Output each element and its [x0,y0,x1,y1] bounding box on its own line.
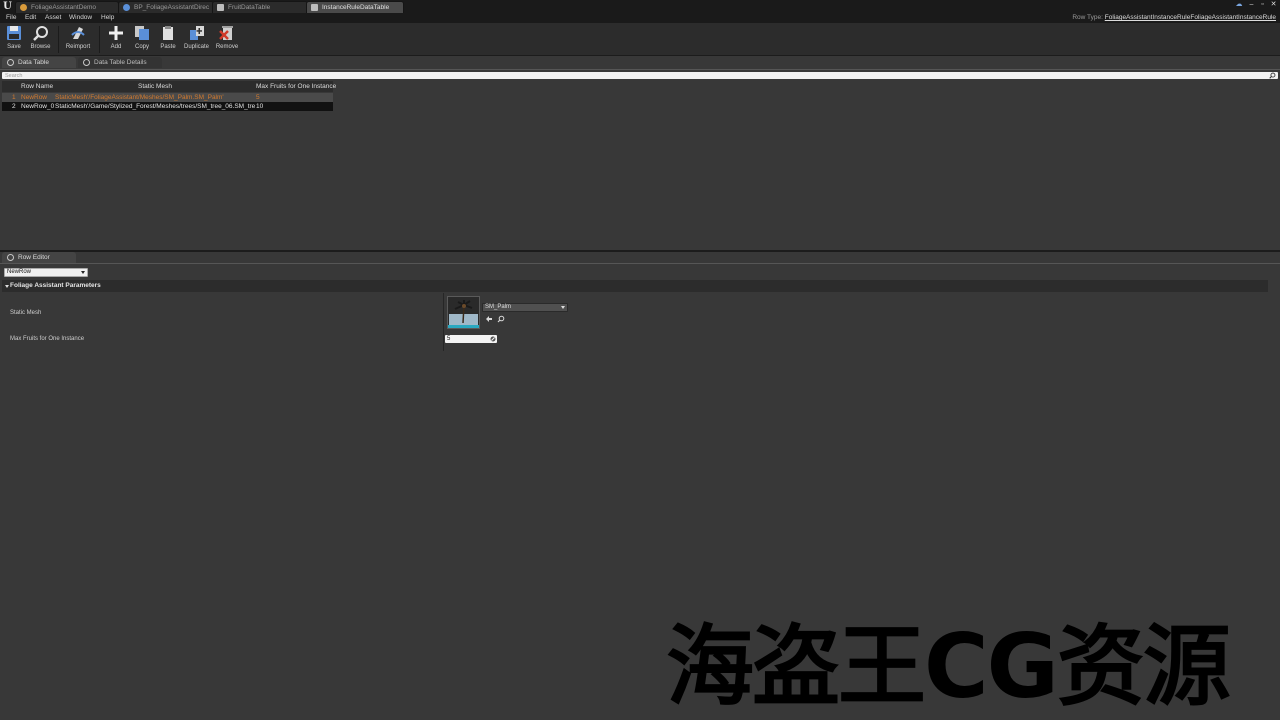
max-fruits-label: Max Fruits for One Instance [10,336,85,342]
static-mesh-combo-value: SM_Palm [485,304,512,310]
close-button[interactable]: ✕ [1269,0,1278,9]
menu-help[interactable]: Help [101,14,114,22]
copy-button[interactable]: Copy [132,25,152,54]
static-mesh-label: Static Mesh [10,310,42,316]
static-mesh-thumbnail[interactable] [447,296,480,329]
search-icon[interactable] [1269,72,1276,79]
row-max-fruits: 5 [256,94,260,101]
save-button[interactable]: Save [4,25,24,54]
collapse-arrow-icon [5,285,9,288]
category-title: Foliage Assistant Parameters [10,282,101,289]
browse-icon [32,26,48,41]
row-name-dropdown[interactable]: NewRow [4,268,88,277]
tab-fruit-data-table[interactable]: FruitDataTable [212,1,308,13]
toolbar: Save Browse Reimport Add Copy Paste Dupl… [0,23,1280,56]
table-row[interactable]: 2 NewRow_0 StaticMesh'/Game/Stylized_For… [2,102,333,111]
reimport-button[interactable]: Reimport [64,25,92,54]
column-header-row-name[interactable]: Row Name [21,81,53,92]
palm-tree-icon [448,297,479,328]
column-header-max-fruits[interactable]: Max Fruits for One Instance [256,81,336,92]
tab-foliage-assistant-demo[interactable]: FoliageAssistantDemo [15,1,119,13]
remove-icon [219,26,233,40]
minimize-button[interactable]: – [1247,0,1256,9]
title-bar: U FoliageAssistantDemo BP_FoliageAssista… [0,0,1280,13]
chevron-down-icon [81,271,85,274]
table-header: Row Name Static Mesh Max Fruits for One … [2,81,336,92]
chevron-down-icon [561,306,565,309]
paste-button[interactable]: Paste [158,25,178,54]
details-icon [83,59,90,66]
use-selected-asset-icon[interactable] [485,315,493,323]
tab-instance-rule-data-table[interactable]: InstanceRuleDataTable [306,1,404,13]
watermark: 海盗王CG资源 [666,615,1231,718]
tab-label: BP_FoliageAssistantDirec [134,4,210,11]
max-fruits-input[interactable]: 5 [445,335,497,343]
menu-file[interactable]: File [6,14,16,22]
row-index: 2 [12,103,16,110]
table-row[interactable]: 1 NewRow StaticMesh'/FoliageAssistant/Me… [2,93,333,102]
property-column-divider[interactable] [443,293,444,351]
tab-row-editor[interactable]: Row Editor [2,252,76,263]
save-icon [7,26,21,40]
toolbar-separator [58,26,59,53]
reset-to-default-icon[interactable] [490,336,496,342]
duplicate-icon [189,26,204,40]
row-index: 1 [12,94,16,101]
data-table-icon [217,4,224,11]
duplicate-button[interactable]: Duplicate [182,25,211,54]
row-static-mesh: StaticMesh'/FoliageAssistant/Meshes/SM_P… [55,94,224,101]
browse-to-asset-icon[interactable] [497,315,505,323]
reimport-icon [71,27,85,39]
menu-bar: File Edit Asset Window Help Row Type: Fo… [0,13,1280,23]
menu-edit[interactable]: Edit [25,14,36,22]
menu-asset[interactable]: Asset [45,14,61,22]
row-type-indicator: Row Type: FoliageAssistantInstanceRuleFo… [1072,14,1276,22]
tab-label: FoliageAssistantDemo [31,4,97,11]
row-editor-icon [7,254,14,261]
search-input[interactable] [2,72,1278,80]
copy-icon [135,26,149,40]
tab-data-table[interactable]: Data Table [2,57,76,68]
row-static-mesh: StaticMesh'/Game/Stylized_Forest/Meshes/… [55,103,255,110]
tab-bp-foliage-assistant-director[interactable]: BP_FoliageAssistantDirec [118,1,214,13]
tab-data-table-details[interactable]: Data Table Details [78,57,162,68]
add-button[interactable]: Add [107,25,125,54]
paste-icon [163,26,173,40]
static-mesh-combo[interactable]: SM_Palm [482,303,568,312]
unreal-logo-icon[interactable]: U [2,1,13,12]
data-table-icon [7,59,14,66]
panel-splitter[interactable] [0,250,1280,252]
row-type-link[interactable]: FoliageAssistantInstanceRuleFoliageAssis… [1105,14,1276,21]
row-name-dropdown-value: NewRow [7,269,32,275]
restore-button[interactable]: ▫ [1258,0,1267,9]
row-max-fruits: 10 [256,103,264,110]
row-name: NewRow_0 [21,103,55,110]
remove-button[interactable]: Remove [214,25,240,54]
feedback-icon[interactable]: ☁ [1233,0,1245,9]
blueprint-icon [123,4,130,11]
data-table-icon [311,4,318,11]
toolbar-separator [99,26,100,53]
tab-label: FruitDataTable [228,4,271,11]
column-header-static-mesh[interactable]: Static Mesh [138,81,172,92]
max-fruits-value: 5 [447,336,451,342]
menu-window[interactable]: Window [69,14,92,22]
add-icon [109,26,123,40]
category-header[interactable]: Foliage Assistant Parameters [2,280,1268,292]
level-icon [20,4,27,11]
row-type-label: Row Type: [1072,14,1103,21]
window-controls: ☁ – ▫ ✕ [1233,0,1278,9]
tab-label: InstanceRuleDataTable [322,4,390,11]
search-bar [2,72,1278,80]
browse-button[interactable]: Browse [28,25,53,54]
row-name: NewRow [21,94,48,101]
